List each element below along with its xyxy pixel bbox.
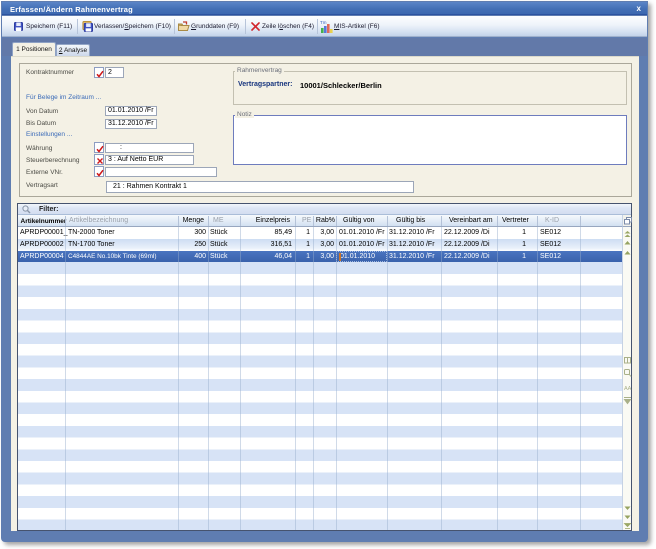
svg-text:AA: AA [624,386,632,392]
svg-text:Tm: Tm [320,20,327,25]
